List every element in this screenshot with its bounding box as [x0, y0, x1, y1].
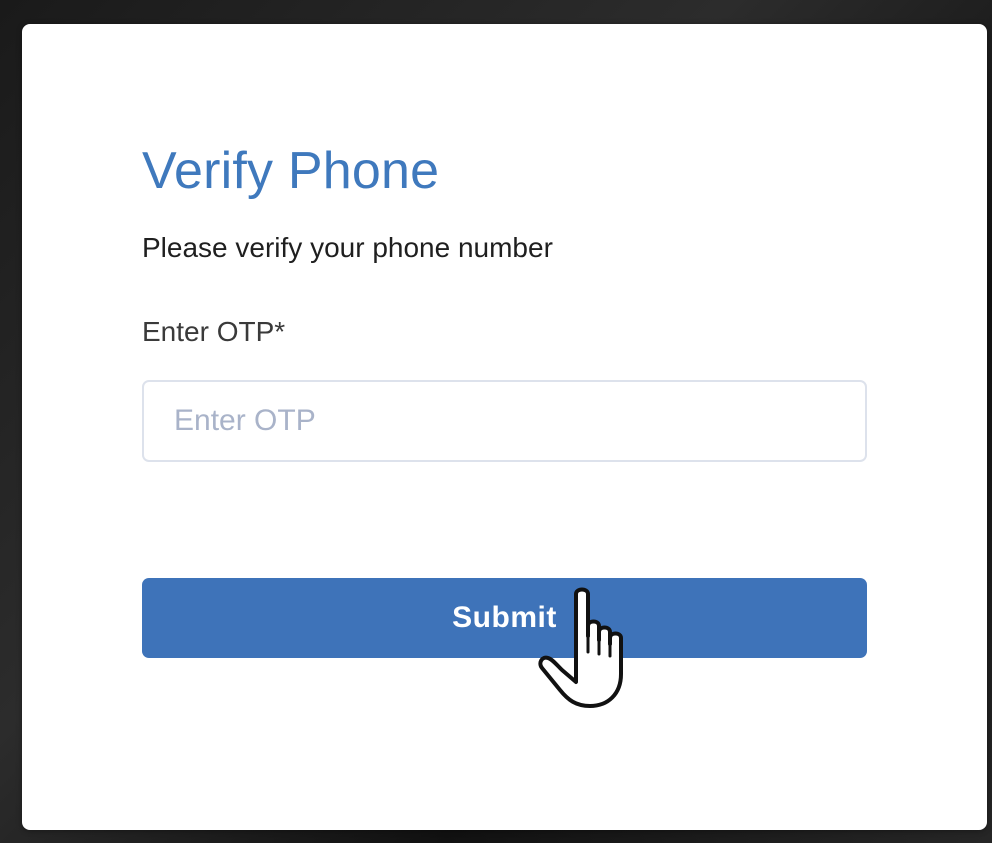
page-title: Verify Phone	[142, 142, 440, 200]
submit-button[interactable]: Submit	[142, 578, 867, 658]
otp-input[interactable]	[142, 380, 867, 462]
otp-label: Enter OTP*	[142, 316, 286, 347]
verify-phone-dialog: Verify Phone Please verify your phone nu…	[22, 24, 987, 830]
dialog-subtitle: Please verify your phone number	[142, 232, 553, 263]
screen-background: Verify Phone Please verify your phone nu…	[0, 0, 992, 843]
